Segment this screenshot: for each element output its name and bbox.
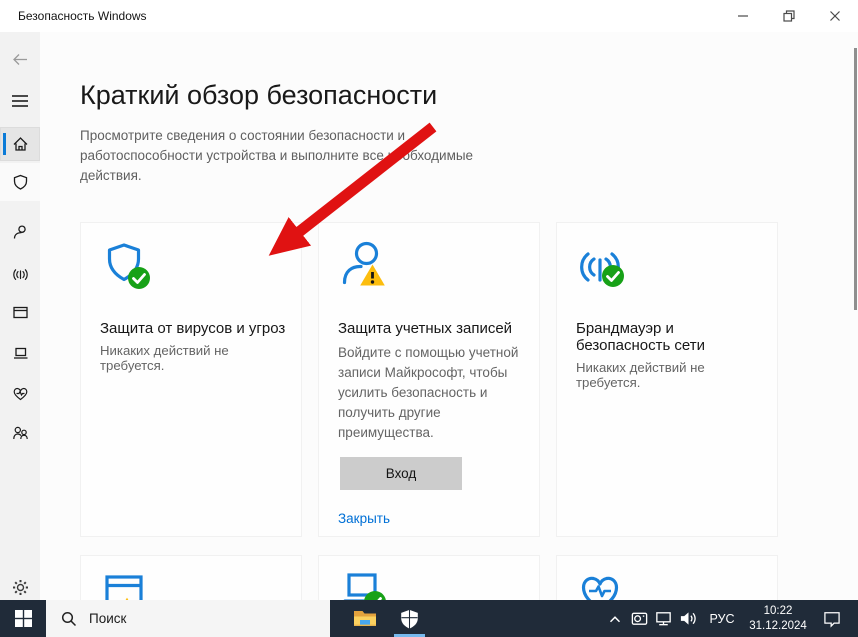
app-window-icon xyxy=(11,303,30,322)
system-tray: РУС 10:22 31.12.2024 xyxy=(603,600,858,637)
chevron-up-icon xyxy=(606,610,624,628)
account-icon xyxy=(11,223,30,242)
action-center-icon xyxy=(822,609,842,629)
search-placeholder: Поиск xyxy=(89,611,126,626)
sidebar-item-family-options[interactable] xyxy=(0,416,40,450)
hamburger-menu-button[interactable] xyxy=(0,86,40,116)
wireless-network-icon xyxy=(576,240,634,300)
search-icon xyxy=(61,611,77,627)
tray-volume-icon[interactable] xyxy=(675,609,702,628)
card-title: Брандмауэр и безопасность сети xyxy=(576,320,708,354)
dismiss-link[interactable]: Закрыть xyxy=(338,511,390,526)
page-description: Просмотрите сведения о состоянии безопас… xyxy=(80,126,482,186)
sidebar xyxy=(0,32,40,600)
file-explorer-icon xyxy=(353,609,377,628)
card-app-browser-control[interactable] xyxy=(80,555,302,600)
hidden-icons-button[interactable] xyxy=(603,610,627,628)
sidebar-item-virus-protection[interactable] xyxy=(0,163,40,201)
page-title: Краткий обзор безопасности xyxy=(80,80,437,111)
sidebar-item-home[interactable] xyxy=(0,127,40,161)
status-ok-badge xyxy=(602,265,624,287)
taskbar-search-box[interactable]: Поиск xyxy=(46,600,330,637)
card-status: Никаких действий не требуется. xyxy=(576,360,769,390)
minimize-button[interactable] xyxy=(720,0,766,32)
desktop: Безопасность Windows xyxy=(0,0,858,637)
selected-indicator xyxy=(3,133,6,155)
sidebar-item-device-health[interactable] xyxy=(0,376,40,410)
window-titlebar: Безопасность Windows xyxy=(0,0,858,32)
taskbar-clock[interactable]: 10:22 31.12.2024 xyxy=(742,604,814,634)
sidebar-item-account-protection[interactable] xyxy=(0,215,40,249)
main-content: Краткий обзор безопасности Просмотрите с… xyxy=(40,32,858,600)
tray-network-icon[interactable] xyxy=(651,609,675,628)
clock-date: 31.12.2024 xyxy=(742,619,814,634)
taskbar-app-windows-security[interactable] xyxy=(387,600,432,637)
hamburger-icon xyxy=(11,94,29,108)
family-icon xyxy=(11,424,30,443)
back-arrow-icon xyxy=(11,50,30,69)
language-indicator[interactable]: РУС xyxy=(702,612,742,626)
status-ok-badge xyxy=(128,267,150,289)
vertical-scrollbar[interactable] xyxy=(854,48,857,310)
wireless-icon xyxy=(11,263,30,282)
card-title: Защита от вирусов и угроз xyxy=(100,320,289,337)
heart-pulse-icon xyxy=(11,384,30,403)
status-ok-badge xyxy=(364,591,386,600)
restore-button[interactable] xyxy=(766,0,812,32)
defender-shield-icon xyxy=(399,608,420,630)
card-firewall-network[interactable]: Брандмауэр и безопасность сети Никаких д… xyxy=(556,222,778,537)
card-body: Войдите с помощью учетной записи Майкрос… xyxy=(338,343,525,443)
home-icon xyxy=(11,135,30,154)
sidebar-item-device-security[interactable] xyxy=(0,336,40,370)
minimize-icon xyxy=(737,10,749,22)
card-device-performance-health[interactable] xyxy=(556,555,778,600)
taskbar: Поиск РУС 10:22 31.12.2024 xyxy=(0,600,858,637)
card-account-protection[interactable]: Защита учетных записей Войдите с помощью… xyxy=(318,222,540,537)
window-controls xyxy=(720,0,858,32)
start-button[interactable] xyxy=(0,600,46,637)
shield-icon xyxy=(11,173,30,192)
sidebar-item-app-browser-control[interactable] xyxy=(0,295,40,329)
health-heart-icon xyxy=(576,568,634,600)
account-person-icon xyxy=(338,240,396,300)
card-title: Защита учетных записей xyxy=(338,320,527,337)
window-title: Безопасность Windows xyxy=(18,9,147,23)
action-center-button[interactable] xyxy=(814,609,850,629)
sidebar-item-settings[interactable] xyxy=(0,570,40,604)
card-device-security[interactable] xyxy=(318,555,540,600)
close-button[interactable] xyxy=(812,0,858,32)
windows-logo-icon xyxy=(15,610,32,627)
status-warning-badge xyxy=(359,263,386,287)
card-status: Никаких действий не требуется. xyxy=(100,343,293,373)
sidebar-item-firewall-network[interactable] xyxy=(0,255,40,289)
tray-display-icon[interactable] xyxy=(627,609,651,628)
taskbar-app-file-explorer[interactable] xyxy=(342,600,387,637)
device-laptop-icon xyxy=(338,568,396,600)
laptop-icon xyxy=(11,344,30,363)
close-icon xyxy=(829,10,841,22)
back-button[interactable] xyxy=(0,45,40,73)
card-virus-threat-protection[interactable]: Защита от вирусов и угроз Никаких действ… xyxy=(80,222,302,537)
app-window-icon xyxy=(100,568,158,600)
clock-time: 10:22 xyxy=(742,604,814,619)
virus-shield-icon xyxy=(100,240,158,300)
sign-in-button[interactable]: Вход xyxy=(340,457,462,490)
restore-icon xyxy=(783,10,795,22)
settings-gear-icon xyxy=(11,578,30,597)
